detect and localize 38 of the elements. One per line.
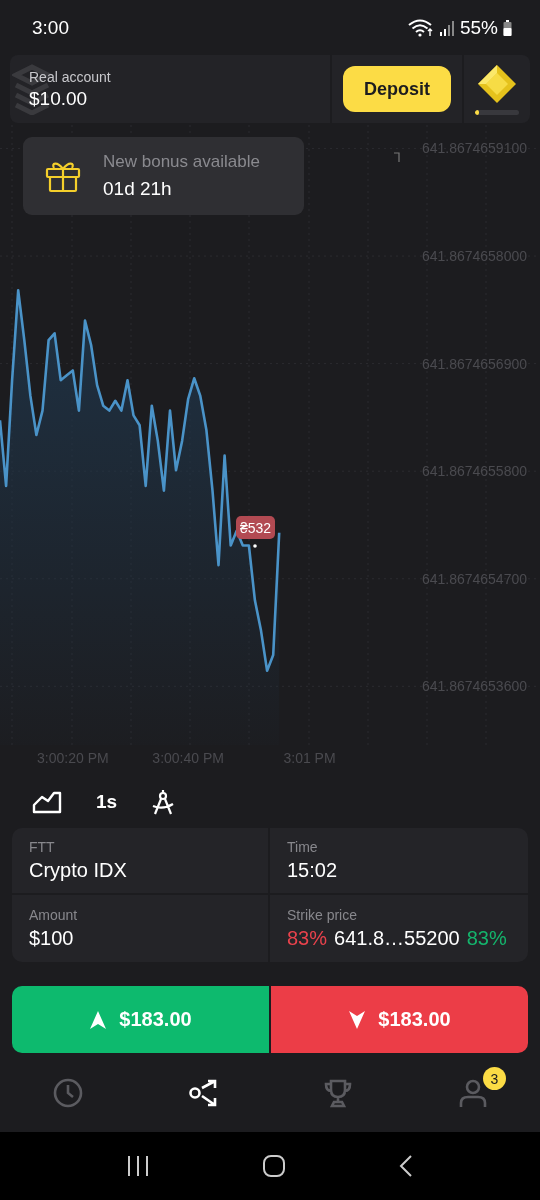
payout-down: 83% (287, 927, 328, 950)
trophy-icon (322, 1077, 353, 1108)
compass-icon[interactable] (151, 788, 176, 815)
trade-icon (187, 1077, 218, 1108)
down-arrow-icon (348, 1009, 367, 1030)
deposit-button[interactable]: Deposit (343, 66, 451, 112)
notification-badge: 3 (483, 1067, 506, 1090)
home-icon[interactable] (262, 1154, 286, 1178)
account-type[interactable]: Real account (29, 68, 111, 85)
status-time: 3:00 (32, 16, 69, 39)
asset-field[interactable]: FTT Crypto IDX (12, 828, 270, 895)
price-badge: ₴532 (236, 516, 275, 539)
recents-icon[interactable] (126, 1155, 150, 1177)
payout-up: 83% (466, 927, 507, 950)
area-chart-icon[interactable] (32, 789, 62, 814)
account-balance[interactable]: $10.00 (29, 87, 111, 110)
profile-icon (457, 1077, 488, 1108)
signal-icon (438, 19, 455, 36)
tick-mark-icon (393, 152, 400, 163)
strike-price-label: Strike price (287, 907, 359, 923)
up-arrow-icon (89, 1009, 108, 1030)
wifi-icon (407, 18, 434, 37)
diamond-icon[interactable] (477, 63, 517, 104)
strike-price[interactable]: 641.8…55200 (334, 927, 460, 950)
bonus-title: New bonus available (103, 152, 260, 172)
nav-tab[interactable]: 3 (405, 1053, 540, 1132)
time-field[interactable]: Time 15:02 (270, 828, 528, 895)
battery-percent: 55% (459, 16, 498, 39)
battery-icon (503, 19, 512, 36)
back-icon[interactable] (398, 1154, 414, 1178)
level-progress-bar (475, 109, 519, 115)
timeframe-button[interactable]: 1s (96, 790, 118, 813)
bonus-card[interactable]: New bonus available 01d 21h (23, 137, 304, 215)
down-button[interactable]: $183.00 (271, 986, 528, 1053)
amount-field[interactable]: Amount $100 (12, 895, 270, 962)
price-dot (253, 544, 257, 548)
bonus-countdown: 01d 21h (103, 178, 173, 200)
clock-icon (52, 1077, 83, 1108)
